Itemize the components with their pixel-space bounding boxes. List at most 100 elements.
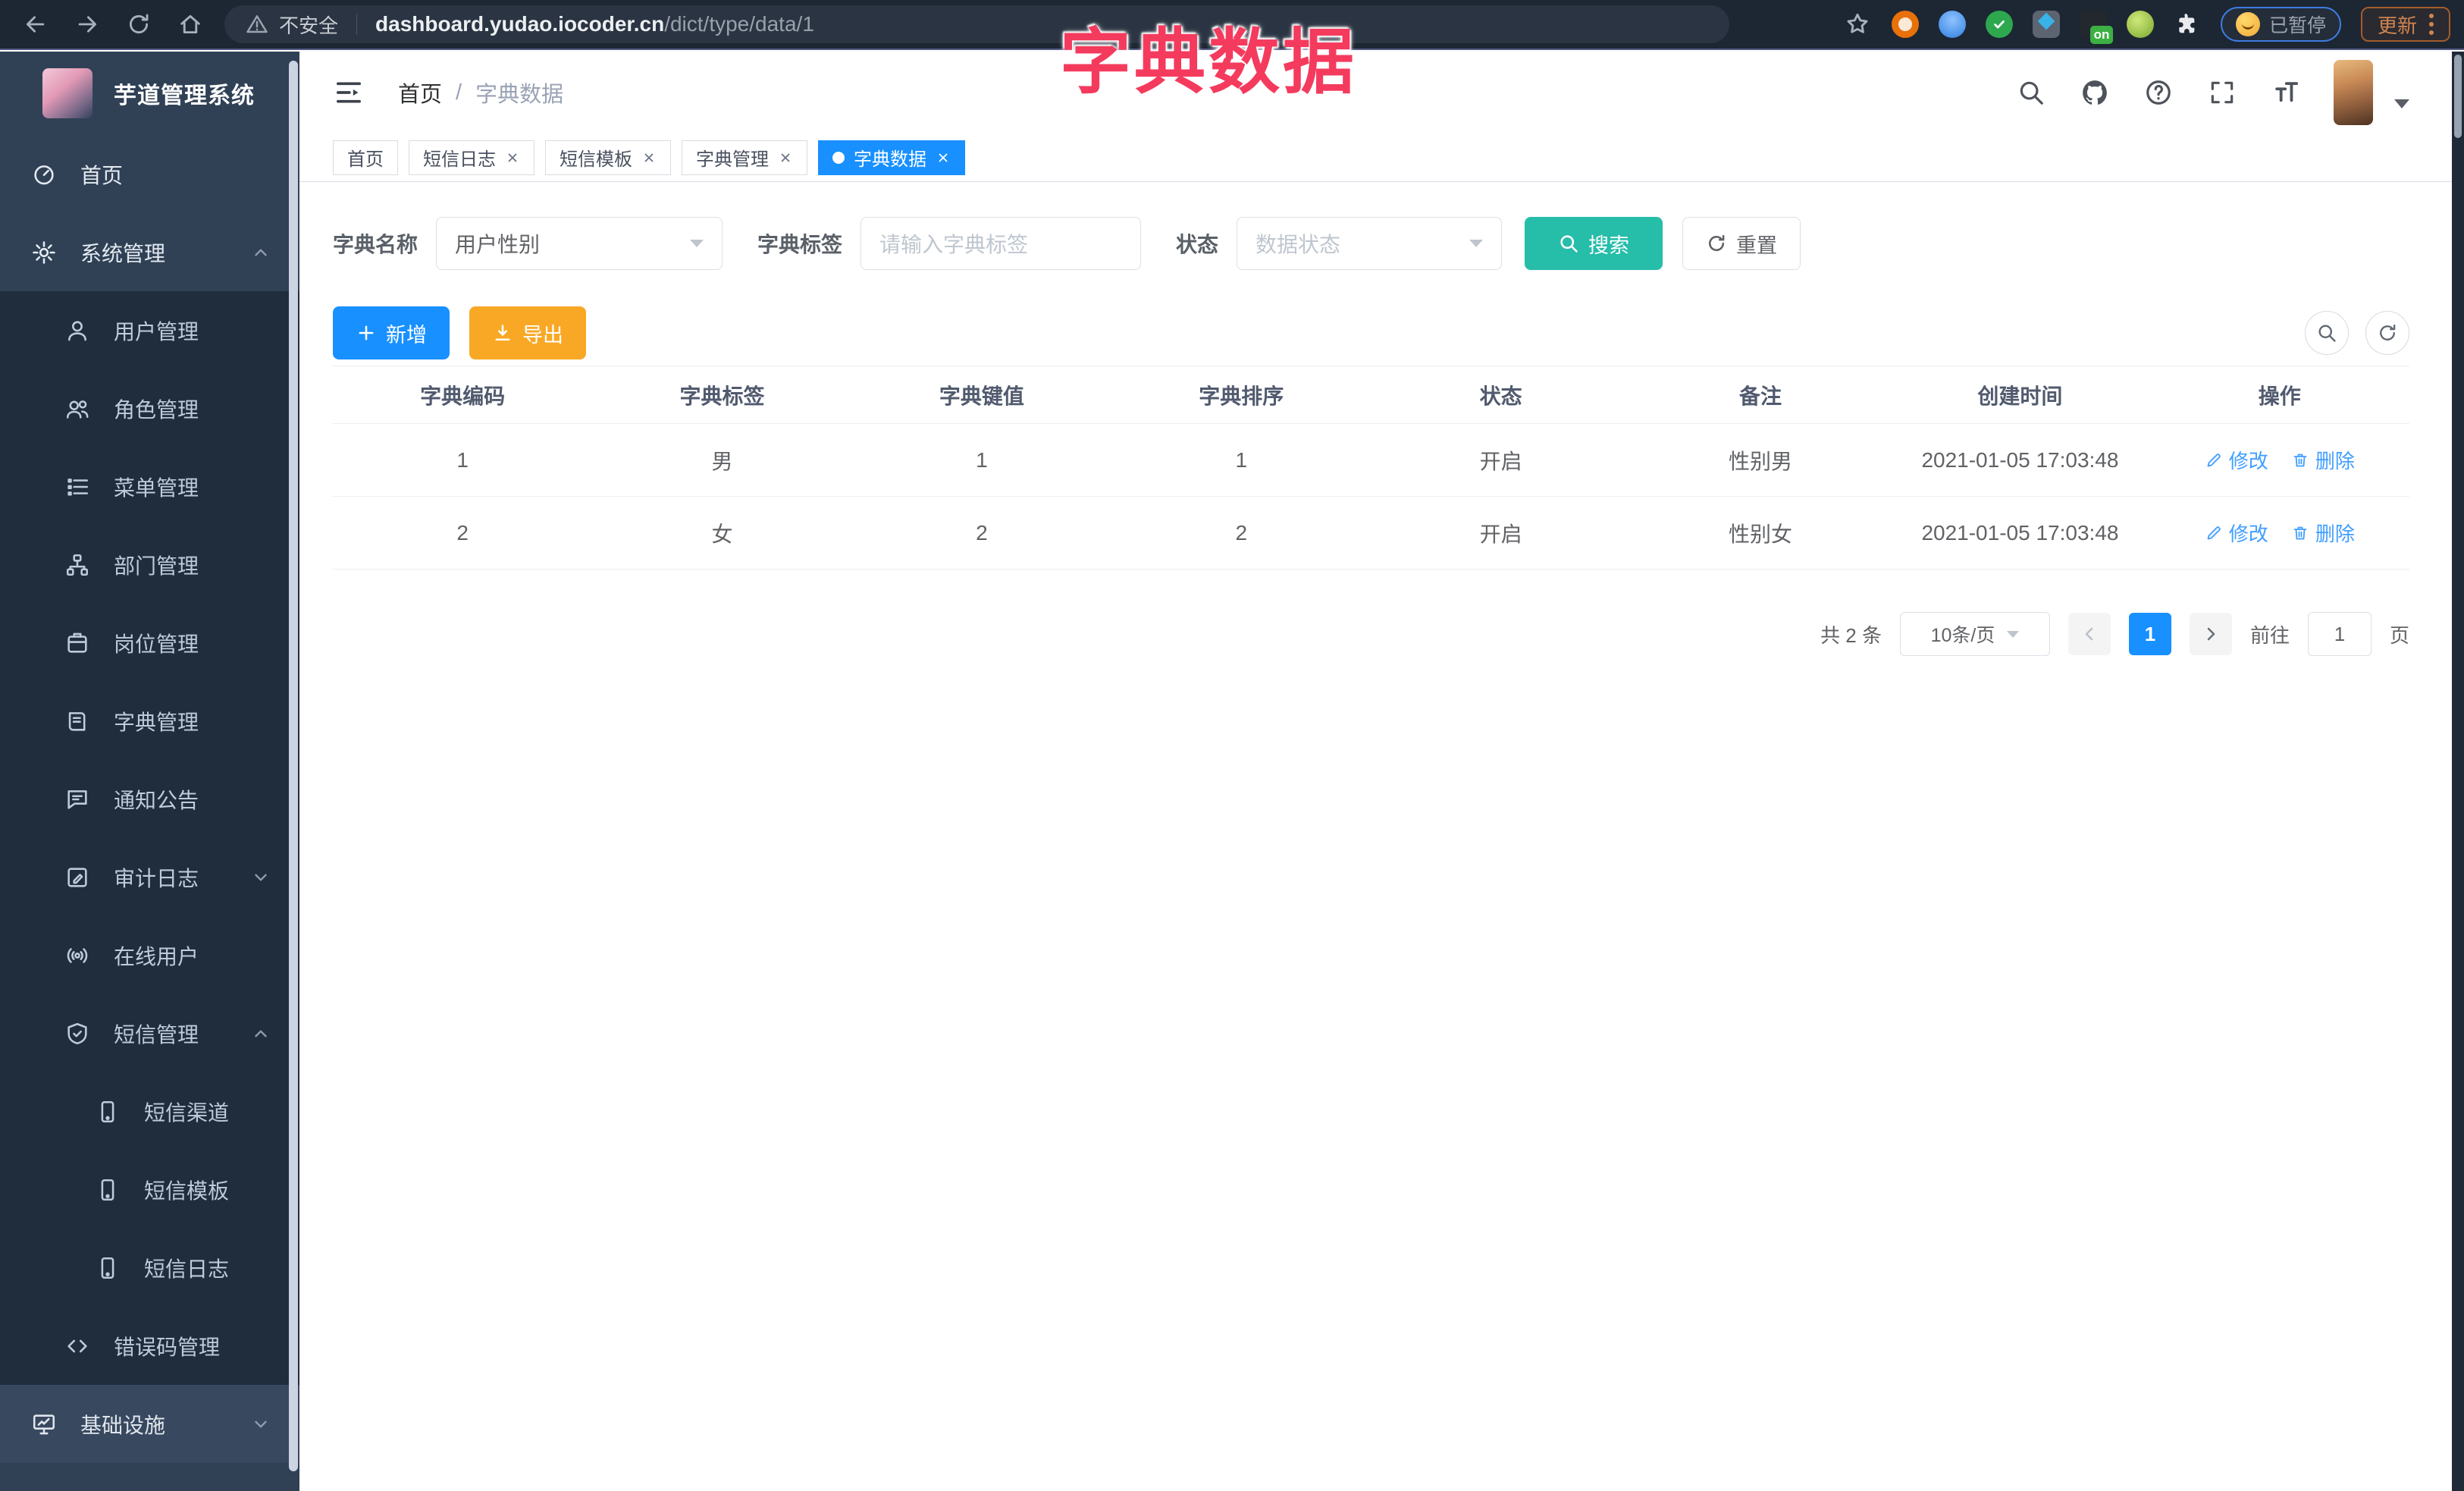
goto-page-input[interactable] [2307,612,2372,656]
sidebar-item-label: 短信渠道 [144,1100,230,1125]
sidebar-item-audit-log[interactable]: 审计日志 [0,838,299,916]
fullscreen-icon[interactable] [2206,77,2238,108]
sidebar-item-label: 基础设施 [80,1413,166,1437]
hamburger-icon[interactable] [333,77,365,108]
sidebar-item-infrastructure[interactable]: 基础设施 [0,1385,299,1463]
tag-label: 字典数据 [854,149,926,170]
main-area: 首页 / 字典数据 首页 短信日志 短信模板 字典管理 字典数据 字典名称 用户… [299,52,2452,1491]
status-select[interactable]: 数据状态 [1237,217,1503,270]
sidebar-item-sms[interactable]: 短信管理 [0,994,299,1072]
extension-icon-orange[interactable] [1891,11,1919,38]
page-scrollbar[interactable] [2452,52,2464,1491]
cell-created: 2021-01-05 17:03:48 [1921,520,2119,545]
extension-icon-steel[interactable] [2032,11,2060,38]
delete-link[interactable]: 删除 [2291,519,2355,547]
tag-sms-log[interactable]: 短信日志 [409,140,534,175]
tag-dict-data-active[interactable]: 字典数据 [818,140,965,175]
col-header: 字典排序 [1199,384,1284,408]
browser-menu-icon[interactable] [2429,14,2434,35]
avatar[interactable] [2334,60,2373,125]
tag-home[interactable]: 首页 [333,140,398,175]
sidebar-item-sms-channel[interactable]: 短信渠道 [0,1072,299,1150]
page-1-button[interactable]: 1 [2128,613,2171,655]
export-button[interactable]: 导出 [469,306,586,359]
reload-icon[interactable] [124,10,153,39]
sidebar-item-notice[interactable]: 通知公告 [0,760,299,838]
cell-label: 男 [711,449,733,473]
browser-update-button[interactable]: 更新 [2360,7,2450,42]
avatar-caret-icon[interactable] [2394,99,2409,108]
sidebar-item-label: 部门管理 [114,554,199,578]
page-size-select[interactable]: 10条/页 [1899,612,2050,656]
extension-icon-blue[interactable] [1938,11,1966,38]
tag-sms-template[interactable]: 短信模板 [545,140,671,175]
table-row[interactable]: 1 男 1 1 开启 性别男 2021-01-05 17:03:48 修改 删除 [333,424,2409,497]
sidebar-item-departments[interactable]: 部门管理 [0,526,299,604]
table-row[interactable]: 2 女 2 2 开启 性别女 2021-01-05 17:03:48 修改 删除 [333,497,2409,570]
font-size-icon[interactable] [2270,77,2302,108]
not-secure-icon [246,13,268,36]
sidebar-item-error-codes[interactable]: 错误码管理 [0,1307,299,1385]
sidebar-item-sms-template[interactable]: 短信模板 [0,1150,299,1229]
forward-icon[interactable] [73,10,102,39]
refresh-table-button[interactable] [2365,311,2409,355]
toggle-search-button[interactable] [2305,311,2349,355]
edit-link-label: 修改 [2228,523,2268,545]
edit-link[interactable]: 修改 [2205,446,2268,474]
table-toolbar: 新增 导出 [333,306,2409,359]
refresh-icon [2380,325,2396,341]
home-icon[interactable] [176,10,205,39]
prev-page-button[interactable] [2067,613,2111,655]
scrollbar-thumb[interactable] [2454,55,2462,138]
help-icon[interactable] [2143,77,2174,108]
bookmark-star-icon[interactable] [1843,10,1872,39]
extension-icon-green[interactable] [2126,11,2154,38]
sidebar-item-dict[interactable]: 字典管理 [0,682,299,760]
extension-icon-check[interactable] [1985,11,2013,38]
col-header: 操作 [2258,384,2301,408]
delete-link[interactable]: 删除 [2291,446,2355,474]
extension-icon-onoff[interactable]: on [2079,11,2113,44]
breadcrumb-home[interactable]: 首页 [398,77,442,108]
dict-name-select[interactable]: 用户性别 [436,217,723,270]
refresh-icon [1709,234,1725,252]
close-icon[interactable] [641,150,657,165]
close-icon[interactable] [936,150,951,165]
security-label: 不安全 [279,14,339,37]
chevron-down-icon [2007,630,2020,638]
export-button-label: 导出 [522,323,563,347]
back-icon[interactable] [21,10,50,39]
profile-paused-pill[interactable]: 已暂停 [2220,7,2341,42]
dict-label-input[interactable]: 请输入字典标签 [861,217,1142,270]
sidebar-item-sms-log[interactable]: 短信日志 [0,1229,299,1307]
extensions-puzzle-icon[interactable] [2174,11,2201,38]
sidebar-item-system[interactable]: 系统管理 [0,213,299,291]
navbar-actions [2015,60,2409,125]
col-header: 字典标签 [679,384,765,408]
search-icon[interactable] [2015,77,2047,108]
sidebar-item-posts[interactable]: 岗位管理 [0,604,299,682]
close-icon[interactable] [778,150,793,165]
search-button[interactable]: 搜索 [1525,217,1663,270]
address-bar[interactable]: 不安全 dashboard.yudao.iocoder.cn /dict/typ… [224,5,1729,43]
next-page-button[interactable] [2189,613,2232,655]
cell-remark: 性别男 [1729,449,1793,473]
close-icon[interactable] [505,150,520,165]
sidebar-item-menus[interactable]: 菜单管理 [0,447,299,526]
sidebar-item-online-users[interactable]: 在线用户 [0,916,299,994]
book-icon [64,708,91,735]
sidebar-item-home[interactable]: 首页 [0,135,299,213]
github-icon[interactable] [2079,77,2111,108]
users-icon [64,395,91,422]
cell-actions: 修改 删除 [2150,519,2409,547]
browser-toolbar: 不安全 dashboard.yudao.iocoder.cn /dict/typ… [0,0,2464,50]
reset-button[interactable]: 重置 [1682,217,1801,270]
sidebar-item-users[interactable]: 用户管理 [0,291,299,369]
edit-link[interactable]: 修改 [2205,519,2268,547]
add-button[interactable]: 新增 [333,306,450,359]
sidebar-logo-row[interactable]: 芋道管理系统 [0,52,299,135]
tag-dict-manage[interactable]: 字典管理 [682,140,807,175]
sidebar-item-roles[interactable]: 角色管理 [0,369,299,447]
url-path: /dict/type/data/1 [664,12,814,36]
sidebar-scrollbar[interactable] [289,61,298,1471]
